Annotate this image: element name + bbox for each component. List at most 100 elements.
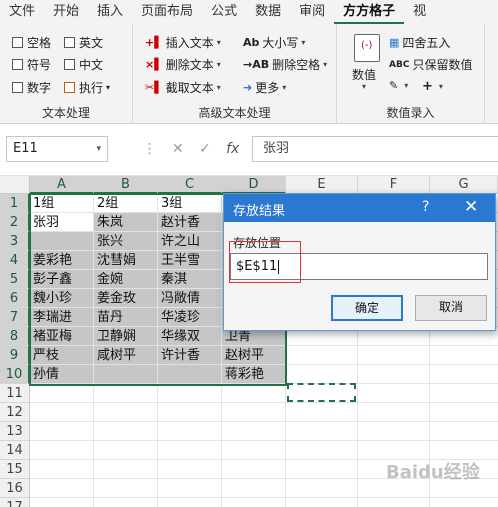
add-button[interactable]: + ▾ [422, 79, 443, 94]
cancel-icon[interactable]: ✕ [172, 141, 184, 157]
extract-text-icon: ✂▌ [145, 81, 163, 94]
row-header-16[interactable]: 16 [0, 479, 30, 498]
fx-icon[interactable]: fx [226, 141, 239, 157]
execute-label: 执行 [79, 81, 104, 95]
execute-button[interactable]: 执行 ▾ [64, 79, 110, 96]
checkbox-box[interactable] [64, 37, 75, 48]
chevron-down-icon: ▾ [282, 83, 287, 92]
row-header-14[interactable]: 14 [0, 441, 30, 460]
row-header-1[interactable]: 1 [0, 194, 30, 213]
group-text-processing: 空格 英文 符号 中文 数字 执行 ▾ 文本处理 [0, 24, 133, 124]
delete-text-button[interactable]: ×▌ 删除文本 ▾ [145, 56, 221, 73]
row-header-9[interactable]: 9 [0, 346, 30, 365]
chevron-down-icon: ▾ [362, 82, 367, 91]
checkbox-english[interactable]: 英文 [64, 34, 103, 51]
chevron-down-icon: ▾ [438, 82, 443, 91]
grid-hline [30, 440, 498, 441]
more-icon: ➜ [243, 81, 253, 94]
grid-hline [30, 497, 498, 498]
case-button[interactable]: Ab 大小写 ▾ [243, 34, 305, 51]
column-header-c[interactable]: C [158, 176, 222, 194]
plus-icon: + [422, 79, 433, 94]
help-icon[interactable]: ? [422, 199, 429, 215]
row-header-17[interactable]: 17 [0, 498, 30, 507]
ok-button[interactable]: 确定 [331, 295, 403, 321]
chevron-down-icon: ▾ [216, 83, 221, 92]
name-box[interactable]: E11 ▾ [6, 136, 108, 162]
watermark: Baidu经验 [386, 462, 480, 483]
checkbox-chinese[interactable]: 中文 [64, 56, 103, 73]
more-label: 更多 [255, 81, 280, 95]
round-icon: ▦ [389, 36, 400, 49]
delete-text-icon: ×▌ [145, 58, 163, 71]
row-header-7[interactable]: 7 [0, 308, 30, 327]
numeric-dropdown[interactable]: ▾ [359, 82, 366, 91]
checkbox-box[interactable] [12, 59, 23, 70]
group-title-advanced-text: 高级文本处理 [198, 106, 271, 120]
tab-insert[interactable]: 插入 [88, 0, 132, 24]
formula-input[interactable]: 张羽 [252, 136, 498, 162]
tab-page-layout[interactable]: 页面布局 [132, 0, 202, 24]
keep-values-button[interactable]: ABC 只保留数值 [389, 56, 472, 73]
save-result-dialog: 存放结果 ? ✕ 存放位置 $E$11 确定 取消 [223, 193, 496, 331]
column-header-e[interactable]: E [286, 176, 358, 194]
close-icon[interactable]: ✕ [464, 197, 478, 217]
checkbox-box[interactable] [12, 82, 23, 93]
edit-button[interactable]: ✎ ▾ [389, 79, 408, 92]
round-label: 四舍五入 [402, 36, 451, 50]
round-button[interactable]: ▦ 四舍五入 [389, 34, 450, 51]
chevron-down-icon: ▾ [404, 81, 409, 90]
tab-review[interactable]: 审阅 [290, 0, 334, 24]
tab-data[interactable]: 数据 [246, 0, 290, 24]
confirm-icon[interactable]: ✓ [199, 141, 211, 157]
numeric-label: 数值 [352, 68, 377, 82]
select-all-corner[interactable] [0, 176, 30, 194]
numeric-button[interactable]: 数值 [352, 66, 376, 83]
tab-home[interactable]: 开始 [44, 0, 88, 24]
tab-view[interactable]: 视 [404, 0, 435, 24]
row-header-15[interactable]: 15 [0, 460, 30, 479]
group-advanced-text: +▌ 插入文本 ▾ Ab 大小写 ▾ ×▌ 删除文本 ▾ →AB 删除空格 ▾ ✂▌ 截取文本 ▾ … [133, 24, 337, 124]
chevron-down-icon[interactable]: ▾ [96, 137, 101, 161]
checkbox-number[interactable]: 数字 [12, 79, 51, 96]
column-header-g[interactable]: G [430, 176, 498, 194]
column-header-a[interactable]: A [30, 176, 94, 194]
checkbox-box[interactable] [12, 37, 23, 48]
group-title-text-processing: 文本处理 [41, 106, 90, 120]
row-header-6[interactable]: 6 [0, 289, 30, 308]
dialog-title-bar[interactable]: 存放结果 ? ✕ [224, 194, 495, 222]
row-header-2[interactable]: 2 [0, 213, 30, 232]
row-header-13[interactable]: 13 [0, 422, 30, 441]
row-header-3[interactable]: 3 [0, 232, 30, 251]
row-header-8[interactable]: 8 [0, 327, 30, 346]
delete-spaces-icon: →AB [243, 58, 270, 71]
row-header-12[interactable]: 12 [0, 403, 30, 422]
checkbox-box[interactable] [64, 59, 75, 70]
extract-text-button[interactable]: ✂▌ 截取文本 ▾ [145, 79, 221, 96]
column-header-f[interactable]: F [358, 176, 430, 194]
insert-text-button[interactable]: +▌ 插入文本 ▾ [145, 34, 221, 51]
checkbox-symbol[interactable]: 符号 [12, 56, 51, 73]
grid-hline [30, 421, 498, 422]
name-box-value: E11 [13, 141, 38, 156]
copy-marquee [287, 383, 356, 402]
tab-file[interactable]: 文件 [0, 0, 44, 24]
cancel-button[interactable]: 取消 [415, 295, 487, 321]
grid-hline [30, 402, 498, 403]
checkbox-space[interactable]: 空格 [12, 34, 51, 51]
group-title-numeric-entry: 数值录入 [386, 106, 435, 120]
more-button[interactable]: ➜ 更多 ▾ [243, 79, 286, 96]
column-header-b[interactable]: B [94, 176, 158, 194]
checkbox-symbol-label: 符号 [27, 58, 52, 72]
delete-spaces-button[interactable]: →AB 删除空格 ▾ [243, 56, 327, 73]
row-header-4[interactable]: 4 [0, 251, 30, 270]
row-header-5[interactable]: 5 [0, 270, 30, 289]
delete-spaces-label: 删除空格 [272, 58, 321, 72]
tab-fangfanggezi[interactable]: 方方格子 [334, 0, 405, 24]
column-header-d[interactable]: D [222, 176, 286, 194]
formula-buttons: ⋮ ✕ ✓ fx [135, 136, 247, 162]
tab-formulas[interactable]: 公式 [202, 0, 246, 24]
row-header-10[interactable]: 10 [0, 365, 30, 384]
row-header-11[interactable]: 11 [0, 384, 30, 403]
delete-text-label: 删除文本 [165, 58, 214, 72]
